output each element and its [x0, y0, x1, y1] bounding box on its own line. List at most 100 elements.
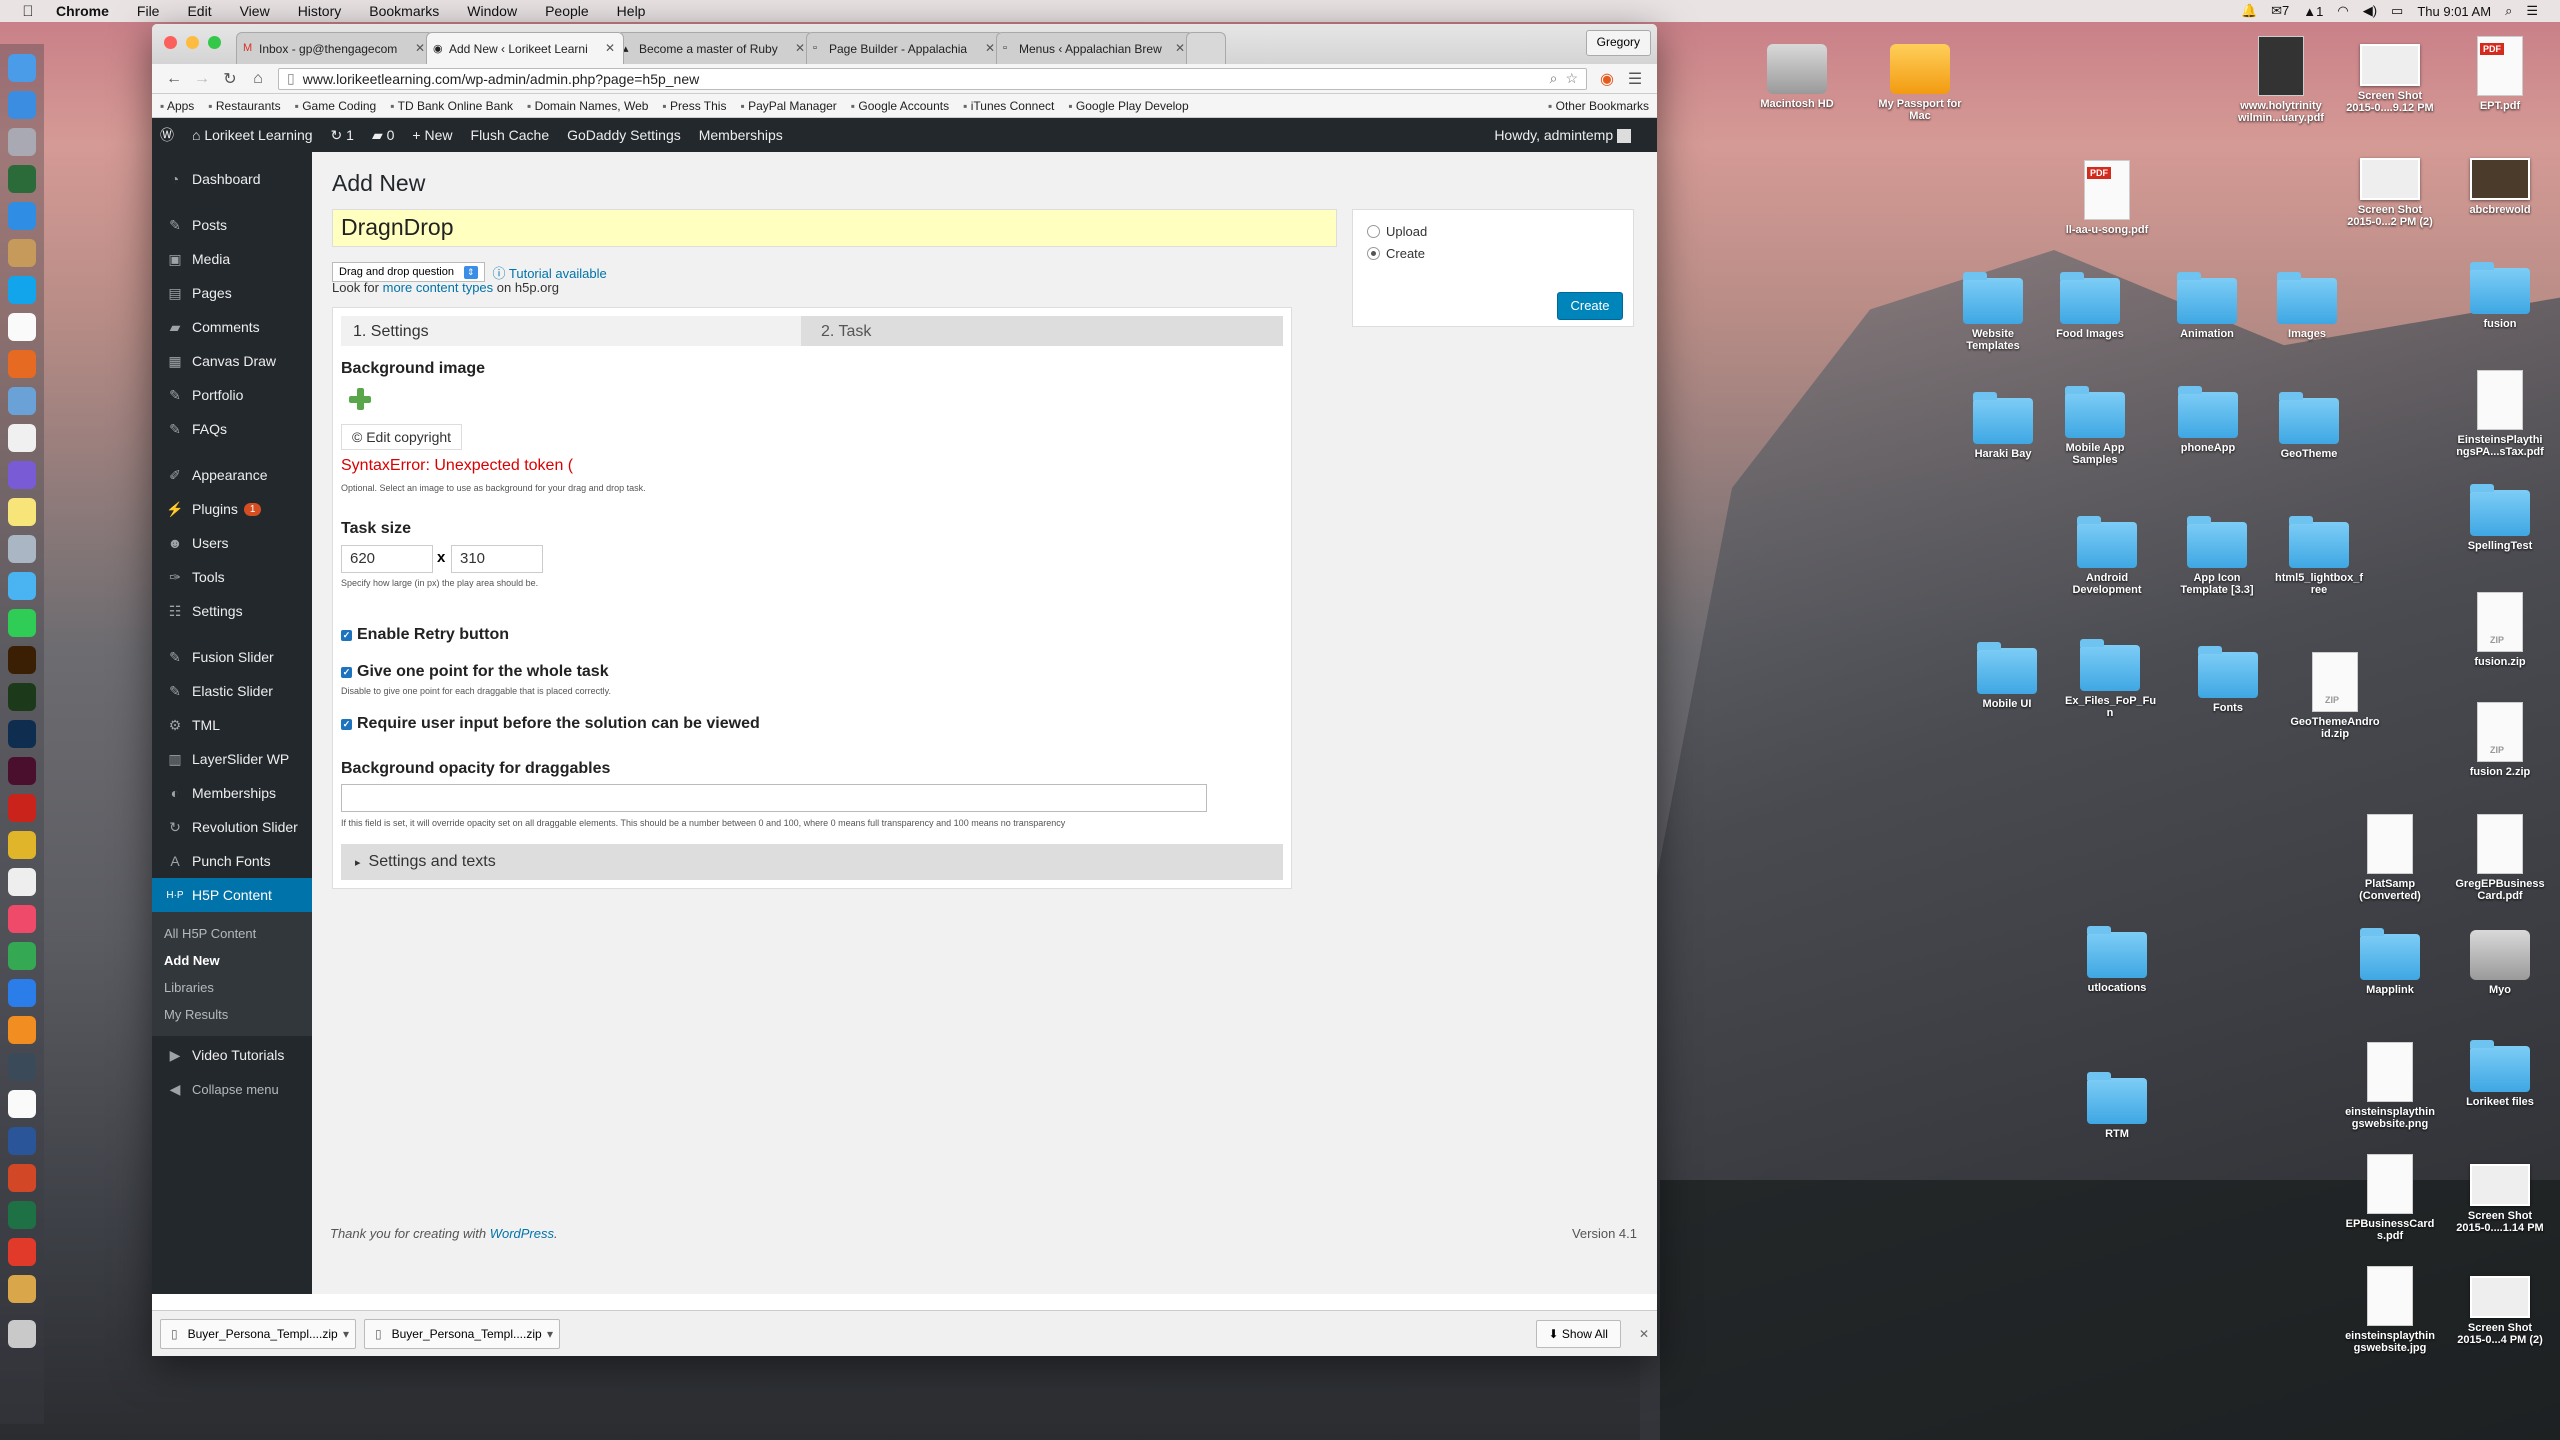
- dock-timemachine-icon[interactable]: [8, 1053, 36, 1081]
- menu-bookmarks[interactable]: Bookmarks: [369, 3, 439, 19]
- dock-texteditor-icon[interactable]: [8, 1090, 36, 1118]
- notification-center-icon[interactable]: ☰: [2526, 3, 2538, 19]
- opacity-input[interactable]: [341, 784, 1207, 812]
- dock-powerpoint-icon[interactable]: [8, 1164, 36, 1192]
- settings-and-texts-toggle[interactable]: ▸ Settings and texts: [341, 844, 1283, 880]
- dock-xcode-icon[interactable]: [8, 979, 36, 1007]
- wordpress-link[interactable]: WordPress: [490, 1226, 554, 1241]
- chrome-menu-icon[interactable]: ☰: [1621, 69, 1649, 89]
- status-icon[interactable]: ▲1: [2303, 4, 2323, 19]
- forward-icon[interactable]: →: [188, 70, 216, 88]
- dock-firefox-icon[interactable]: [8, 350, 36, 378]
- title-input[interactable]: DragnDrop: [332, 209, 1337, 247]
- dock-word-icon[interactable]: [8, 1127, 36, 1155]
- desktop-folder-images[interactable]: Images: [2262, 272, 2352, 340]
- close-tab-icon[interactable]: ✕: [1175, 41, 1185, 55]
- sidebar-sub-add-new[interactable]: Add New: [152, 947, 312, 974]
- more-content-types-link[interactable]: more content types: [383, 280, 494, 295]
- retry-checkbox-row[interactable]: ✓ Enable Retry button: [341, 626, 509, 644]
- desktop-folder-exfiles[interactable]: Ex_Files_FoP_Fu n: [2065, 639, 2156, 719]
- dock-trash-icon[interactable]: [8, 1320, 36, 1348]
- bell-icon[interactable]: 🔔: [2241, 3, 2257, 19]
- desktop-icon-shot3[interactable]: Screen Shot 2015-0....1.14 PM: [2455, 1164, 2545, 1234]
- content-type-select[interactable]: Drag and drop question ⇕: [332, 262, 485, 282]
- desktop-icon-geotheme-zip[interactable]: GeoThemeAndro id.zip: [2290, 652, 2380, 740]
- sidebar-item-media[interactable]: ▣ Media: [152, 242, 312, 276]
- desktop-icon-greg-card[interactable]: GregEPBusiness Card.pdf: [2455, 814, 2545, 902]
- adminbar-site[interactable]: ⌂ Lorikeet Learning: [192, 127, 313, 143]
- dock-launchpad-icon[interactable]: [8, 128, 36, 156]
- sidebar-item-comments[interactable]: ▰ Comments: [152, 310, 312, 344]
- dock-finder-icon[interactable]: [8, 54, 36, 82]
- desktop-icon-myo[interactable]: Myo: [2455, 930, 2545, 996]
- close-window-button[interactable]: [164, 36, 177, 49]
- sidebar-item-layerslider[interactable]: ▥ LayerSlider WP: [152, 742, 312, 776]
- download-item[interactable]: ▯ Buyer_Persona_Templ....zip ▾: [160, 1318, 356, 1349]
- dock-chrome-icon[interactable]: [8, 831, 36, 859]
- dock-safari-icon[interactable]: [8, 202, 36, 230]
- tab-task[interactable]: 2. Task: [801, 316, 1283, 346]
- sidebar-collapse-menu[interactable]: ◀ Collapse menu: [152, 1072, 312, 1106]
- desktop-folder-fonts[interactable]: Fonts: [2183, 646, 2273, 714]
- bookmark-restaurants[interactable]: Restaurants: [208, 99, 281, 113]
- search-icon[interactable]: ⌕: [1550, 70, 1558, 87]
- sidebar-item-memberships[interactable]: ◐ Memberships: [152, 776, 312, 810]
- new-tab-button[interactable]: [1186, 32, 1226, 64]
- one-point-checkbox[interactable]: ✓: [341, 666, 352, 678]
- home-icon[interactable]: ⌂: [244, 70, 272, 88]
- dock-textedit-icon[interactable]: [8, 424, 36, 452]
- dock-filezilla-icon[interactable]: [8, 794, 36, 822]
- bookmark-paypal[interactable]: PayPal Manager: [740, 99, 837, 113]
- desktop-icon-einstein-pdf[interactable]: EinsteinsPlaythi ngsPA...sTax.pdf: [2455, 370, 2545, 458]
- desktop-icon-song[interactable]: ll-aa-u-song.pdf: [2062, 160, 2152, 236]
- address-bar[interactable]: ▯ www.lorikeetlearning.com/wp-admin/admi…: [278, 67, 1587, 90]
- add-image-icon[interactable]: [347, 386, 373, 412]
- spotlight-icon[interactable]: ⌕: [2505, 3, 2512, 19]
- dock-skype-icon[interactable]: [8, 276, 36, 304]
- menu-file[interactable]: File: [137, 3, 160, 19]
- close-icon[interactable]: ✕: [1639, 1327, 1649, 1341]
- desktop-icon-holytrinity[interactable]: www.holytrinity wilmin...uary.pdf: [2236, 36, 2326, 124]
- desktop-icon-platsamp[interactable]: PlatSamp (Converted): [2345, 814, 2435, 902]
- desktop-folder-phoneapp[interactable]: phoneApp: [2163, 386, 2253, 454]
- dock-dreamweaver-icon[interactable]: [8, 683, 36, 711]
- dock-imovie-icon[interactable]: [8, 461, 36, 489]
- volume-icon[interactable]: ◀): [2363, 3, 2377, 19]
- dock-indesign-icon[interactable]: [8, 757, 36, 785]
- desktop-folder-spellingtest[interactable]: SpellingTest: [2455, 484, 2545, 552]
- tab-ruby[interactable]: ▴ Become a master of Ruby ✕: [616, 32, 814, 64]
- dock-mail-icon[interactable]: [8, 868, 36, 896]
- menu-history[interactable]: History: [298, 3, 342, 19]
- create-radio-row[interactable]: Create: [1367, 246, 1425, 261]
- desktop-folder-animation[interactable]: Animation: [2162, 272, 2252, 340]
- edit-copyright-button[interactable]: © Edit copyright: [341, 424, 463, 450]
- sidebar-item-plugins[interactable]: ⚡ Plugins 1: [152, 492, 312, 526]
- desktop-folder-appicon[interactable]: App Icon Template [3.3]: [2172, 516, 2262, 596]
- dock-photos-icon[interactable]: [8, 535, 36, 563]
- desktop-folder-mapplink[interactable]: Mapplink: [2345, 928, 2435, 996]
- desktop-folder-mobile-app[interactable]: Mobile App Samples: [2050, 386, 2140, 466]
- star-icon[interactable]: ☆: [1565, 70, 1578, 87]
- bookmark-google-accounts[interactable]: Google Accounts: [851, 99, 949, 113]
- tutorial-link[interactable]: ⓘ Tutorial available: [493, 263, 607, 282]
- mail-icon[interactable]: ✉7: [2271, 3, 2289, 19]
- desktop-folder-haraki-bay[interactable]: Haraki Bay: [1958, 392, 2048, 460]
- task-height-input[interactable]: 310: [451, 545, 543, 573]
- dock-photoshop-icon[interactable]: [8, 720, 36, 748]
- adminbar-godaddy[interactable]: GoDaddy Settings: [567, 127, 681, 143]
- adminbar-new[interactable]: + New: [412, 127, 452, 143]
- dock-drive-icon[interactable]: [8, 942, 36, 970]
- sidebar-item-dashboard[interactable]: ◔ Dashboard: [152, 162, 312, 196]
- close-tab-icon[interactable]: ✕: [605, 41, 615, 55]
- menu-edit[interactable]: Edit: [187, 3, 211, 19]
- dock-appstore-icon[interactable]: [8, 91, 36, 119]
- tab-page-builder[interactable]: ▫ Page Builder - Appalachia ✕: [806, 32, 1004, 64]
- desktop-folder-food-images[interactable]: Food Images: [2045, 272, 2135, 340]
- close-tab-icon[interactable]: ✕: [985, 41, 995, 55]
- upload-radio-row[interactable]: Upload: [1367, 224, 1427, 239]
- sidebar-item-tools[interactable]: ✑ Tools: [152, 560, 312, 594]
- sidebar-item-fusion-slider[interactable]: ✎ Fusion Slider: [152, 640, 312, 674]
- sidebar-item-appearance[interactable]: ✐ Appearance: [152, 458, 312, 492]
- tab-inbox[interactable]: M Inbox - gp@thengagecom ✕: [236, 32, 434, 64]
- sidebar-sub-all-h5p[interactable]: All H5P Content: [152, 912, 312, 947]
